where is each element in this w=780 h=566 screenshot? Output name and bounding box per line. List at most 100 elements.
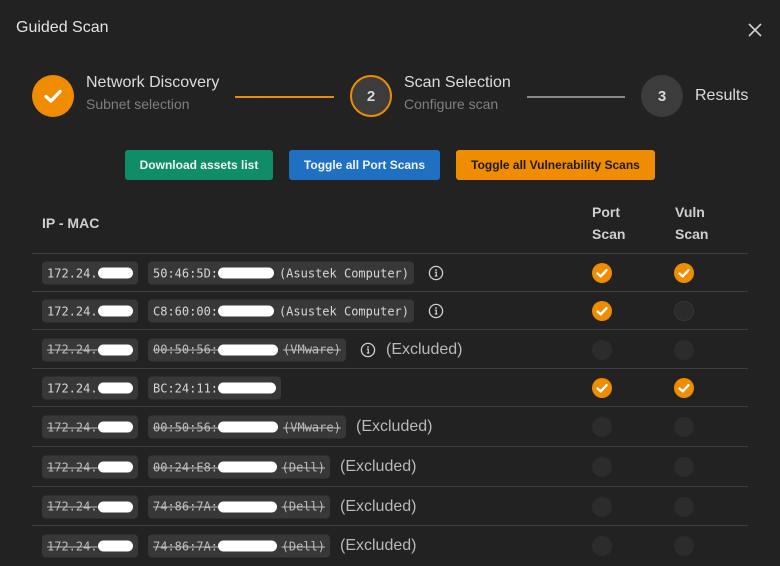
header-port-line2: Scan xyxy=(592,226,626,242)
info-button[interactable] xyxy=(428,265,444,281)
info-icon xyxy=(428,265,444,281)
mac-vendor: (Asustek Computer) xyxy=(278,266,409,280)
mac-vendor: (Dell) xyxy=(281,539,325,553)
ip-prefix: 172.24. xyxy=(47,539,98,553)
ip-address-chip: 172.24. xyxy=(42,415,138,439)
mac-address-chip: 74:86:7A: (Dell) xyxy=(148,495,330,518)
info-button[interactable] xyxy=(360,342,376,358)
header-vuln-scan: Vuln Scan xyxy=(675,201,708,245)
dialog-title: Guided Scan xyxy=(16,19,109,36)
step-3-title: Results xyxy=(695,87,749,104)
vuln-scan-checkbox[interactable] xyxy=(674,378,694,398)
step-1-title: Network Discovery xyxy=(86,74,220,91)
header-ip-mac: IP - MAC xyxy=(42,215,100,231)
ip-prefix: 172.24. xyxy=(47,499,98,514)
table-row: 172.24. C8:60:00: (Asustek Computer) xyxy=(32,291,748,330)
mac-vendor: (VMware) xyxy=(283,420,341,434)
toggle-port-scans-button[interactable]: Toggle all Port Scans xyxy=(289,150,440,180)
vuln-scan-checkbox xyxy=(674,417,694,437)
step-1-completed xyxy=(32,75,74,117)
mac-prefix: 00:50:56: xyxy=(153,342,219,357)
port-scan-checkbox xyxy=(592,457,612,477)
close-button[interactable] xyxy=(745,20,765,40)
ip-address-chip: 172.24. xyxy=(42,534,138,558)
redacted-ip xyxy=(97,540,133,552)
mac-address-chip: C8:60:00: (Asustek Computer) xyxy=(148,299,414,323)
ip-address-chip: 172.24. xyxy=(42,299,138,323)
mac-vendor: (Dell) xyxy=(281,499,325,514)
port-scan-checkbox xyxy=(592,417,612,437)
redacted-mac xyxy=(218,382,276,394)
port-scan-checkbox xyxy=(592,496,612,517)
vuln-scan-checkbox[interactable] xyxy=(674,263,694,283)
table-row: 172.24. 50:46:5D: (Asustek Computer) xyxy=(32,253,748,292)
mac-prefix: 74:86:7A: xyxy=(153,499,219,514)
table-row: 172.24. 00:50:56: (VMware) (Excluded) xyxy=(32,406,748,447)
checkmark-icon xyxy=(678,269,690,278)
ip-prefix: 172.24. xyxy=(47,460,98,474)
step-connector-1 xyxy=(235,96,334,98)
info-icon xyxy=(360,342,376,357)
mac-vendor: (Asustek Computer) xyxy=(278,304,409,318)
port-scan-checkbox[interactable] xyxy=(592,378,612,398)
step-connector-2 xyxy=(527,96,625,98)
redacted-mac xyxy=(218,421,279,433)
excluded-label: (Excluded) xyxy=(356,418,433,435)
checkmark-icon xyxy=(678,384,690,393)
mac-prefix: 74:86:7A: xyxy=(153,539,219,553)
mac-prefix: 00:50:56: xyxy=(153,420,219,434)
checkmark-icon xyxy=(596,307,608,316)
header-vuln-line2: Scan xyxy=(675,226,709,242)
excluded-label: (Excluded) xyxy=(340,497,417,515)
vuln-scan-checkbox xyxy=(674,339,694,360)
info-button[interactable] xyxy=(428,303,444,319)
mac-address-chip: 74:86:7A: (Dell) xyxy=(148,534,330,558)
step-2-active: 2 xyxy=(350,75,392,117)
ip-prefix: 172.24. xyxy=(47,266,98,280)
mac-vendor: (Dell) xyxy=(281,460,325,474)
header-port-scan: Port Scan xyxy=(592,201,625,245)
checkmark-icon xyxy=(596,384,608,393)
step-1-subtitle: Subnet selection xyxy=(86,96,190,112)
vuln-scan-checkbox xyxy=(674,536,694,556)
ip-prefix: 172.24. xyxy=(47,420,98,434)
excluded-label: (Excluded) xyxy=(386,340,463,358)
ip-address-chip: 172.24. xyxy=(42,338,138,361)
table-row: 172.24. 74:86:7A: (Dell) (Excluded) xyxy=(32,486,748,526)
mac-prefix: 00:24:E8: xyxy=(153,460,219,474)
table-row: 172.24. 00:24:E8: (Dell) (Excluded) xyxy=(32,446,748,487)
ip-address-chip: 172.24. xyxy=(42,455,138,479)
mac-address-chip: 50:46:5D: (Asustek Computer) xyxy=(148,261,414,285)
port-scan-checkbox[interactable] xyxy=(592,263,612,283)
header-port-line1: Port xyxy=(592,204,620,220)
vuln-scan-checkbox xyxy=(674,496,694,517)
step-2-subtitle: Configure scan xyxy=(404,96,499,112)
redacted-mac xyxy=(218,344,279,355)
redacted-ip xyxy=(97,267,133,279)
ip-prefix: 172.24. xyxy=(47,304,98,318)
step-2-title: Scan Selection xyxy=(404,74,511,91)
checkmark-icon xyxy=(44,89,62,103)
redacted-ip xyxy=(97,305,133,317)
ip-prefix: 172.24. xyxy=(47,342,98,357)
ip-address-chip: 172.24. xyxy=(42,495,138,518)
download-assets-button[interactable]: Download assets list xyxy=(125,150,273,180)
mac-address-chip: 00:50:56: (VMware) xyxy=(148,338,346,361)
port-scan-checkbox xyxy=(592,536,612,556)
close-icon xyxy=(748,23,762,37)
redacted-mac xyxy=(218,461,277,473)
table-row: 172.24. 00:50:56: (VMware) (Excluded) xyxy=(32,329,748,369)
mac-address-chip: BC:24:11: xyxy=(148,376,281,400)
checkmark-icon xyxy=(596,269,608,278)
port-scan-checkbox[interactable] xyxy=(592,301,612,321)
port-scan-checkbox xyxy=(592,339,612,360)
mac-prefix: C8:60:00: xyxy=(153,304,219,318)
redacted-ip xyxy=(97,501,133,512)
redacted-mac xyxy=(218,267,274,279)
mac-address-chip: 00:24:E8: (Dell) xyxy=(148,455,330,479)
ip-address-chip: 172.24. xyxy=(42,261,138,285)
excluded-label: (Excluded) xyxy=(340,458,417,475)
redacted-ip xyxy=(97,421,133,433)
vuln-scan-checkbox[interactable] xyxy=(674,301,694,321)
toggle-vuln-scans-button[interactable]: Toggle all Vulnerability Scans xyxy=(456,150,655,180)
